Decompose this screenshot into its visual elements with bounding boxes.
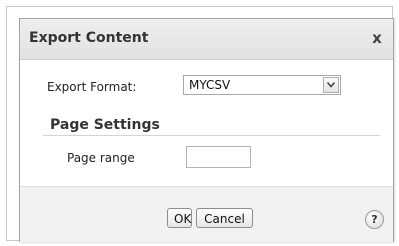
export-content-dialog: Export Content x Export Format: MYCSV Pa… [19,18,394,242]
help-icon[interactable]: ? [365,210,384,229]
export-format-label: Export Format: [47,80,137,94]
chevron-down-icon [327,82,335,88]
page-range-label: Page range [67,151,135,165]
dialog-titlebar: Export Content x [20,19,393,60]
export-format-select[interactable]: MYCSV [183,75,341,95]
close-icon[interactable]: x [369,29,385,47]
ok-button[interactable]: OK [167,208,192,228]
dropdown-arrow-button[interactable] [323,77,339,93]
window-frame: Export Content x Export Format: MYCSV Pa… [6,6,394,242]
cancel-button[interactable]: Cancel [196,208,253,228]
section-divider [43,135,380,136]
page-range-input[interactable] [186,146,251,168]
dialog-title: Export Content [29,30,149,46]
page-settings-heading: Page Settings [50,117,160,133]
export-format-value: MYCSV [189,78,231,92]
dialog-footer: OK Cancel ? [20,186,393,242]
